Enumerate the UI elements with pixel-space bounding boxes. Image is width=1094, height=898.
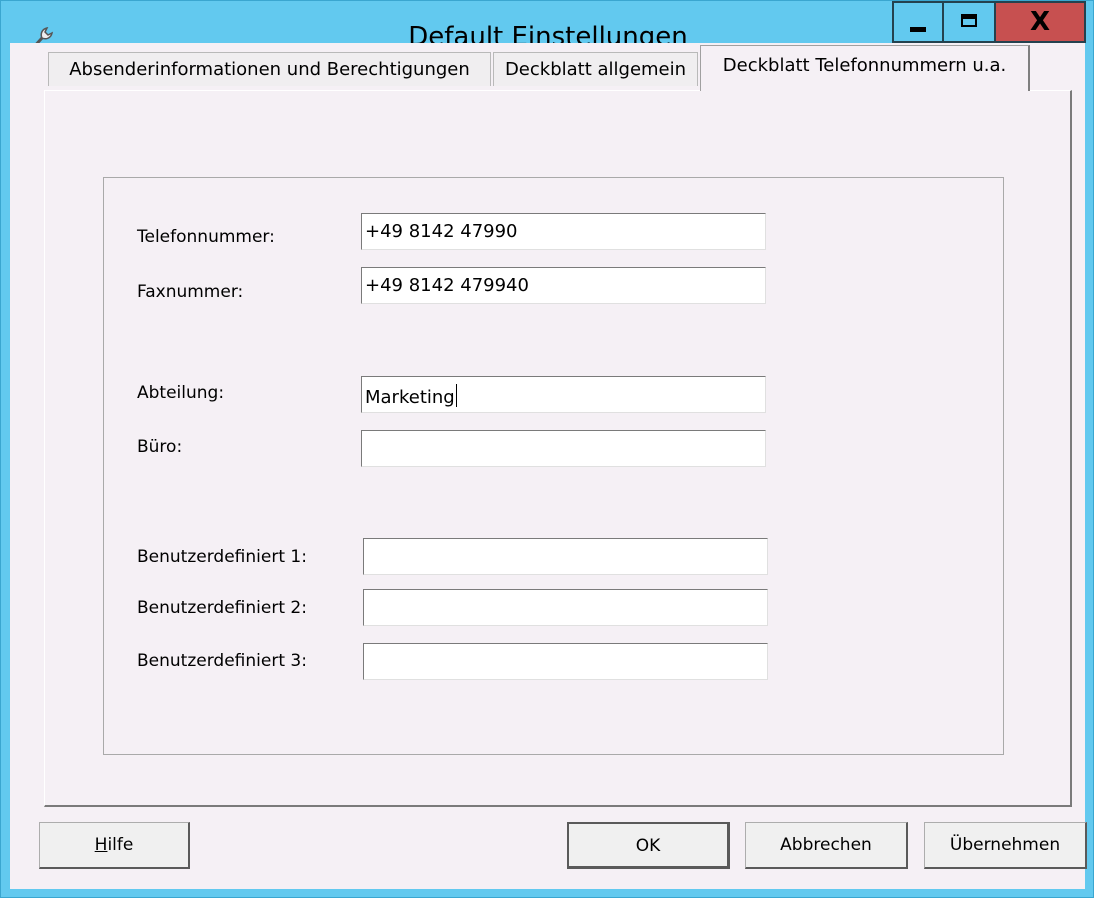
- apply-button[interactable]: Übernehmen: [924, 822, 1087, 869]
- phone-label: Telefonnummer:: [137, 227, 275, 247]
- office-label: Büro:: [137, 437, 183, 457]
- department-value: Marketing: [365, 387, 455, 408]
- tab-deckblatt-telefonnummern[interactable]: Deckblatt Telefonnummern u.a.: [700, 45, 1030, 91]
- text-caret: [455, 384, 457, 407]
- fax-label: Faxnummer:: [137, 282, 244, 302]
- custom1-input[interactable]: [363, 538, 768, 575]
- close-icon: X: [1029, 7, 1051, 37]
- custom3-input[interactable]: [363, 643, 768, 680]
- maximize-button[interactable]: [942, 1, 996, 43]
- custom2-input[interactable]: [363, 589, 768, 626]
- custom2-label: Benutzerdefiniert 2:: [137, 598, 307, 618]
- custom1-label: Benutzerdefiniert 1:: [137, 547, 307, 567]
- tab-deckblatt-allgemein[interactable]: Deckblatt allgemein: [493, 52, 698, 86]
- custom3-label: Benutzerdefiniert 3:: [137, 651, 307, 671]
- cancel-button[interactable]: Abbrechen: [745, 822, 908, 869]
- help-button[interactable]: Hilfe: [39, 822, 190, 869]
- fax-input[interactable]: +49 8142 479940: [361, 267, 766, 304]
- maximize-icon: [961, 14, 977, 27]
- help-label: ilfe: [107, 835, 134, 855]
- minimize-button[interactable]: [892, 1, 942, 43]
- department-input[interactable]: Marketing: [361, 376, 766, 413]
- tab-absenderinformationen[interactable]: Absenderinformationen und Berechtigungen: [48, 52, 491, 86]
- ok-button[interactable]: OK: [567, 822, 730, 869]
- help-mnemonic: H: [94, 835, 108, 855]
- minimize-icon: [910, 27, 926, 32]
- phone-input[interactable]: +49 8142 47990: [361, 213, 766, 250]
- department-label: Abteilung:: [137, 383, 225, 403]
- office-input[interactable]: [361, 430, 766, 467]
- close-button[interactable]: X: [996, 1, 1086, 43]
